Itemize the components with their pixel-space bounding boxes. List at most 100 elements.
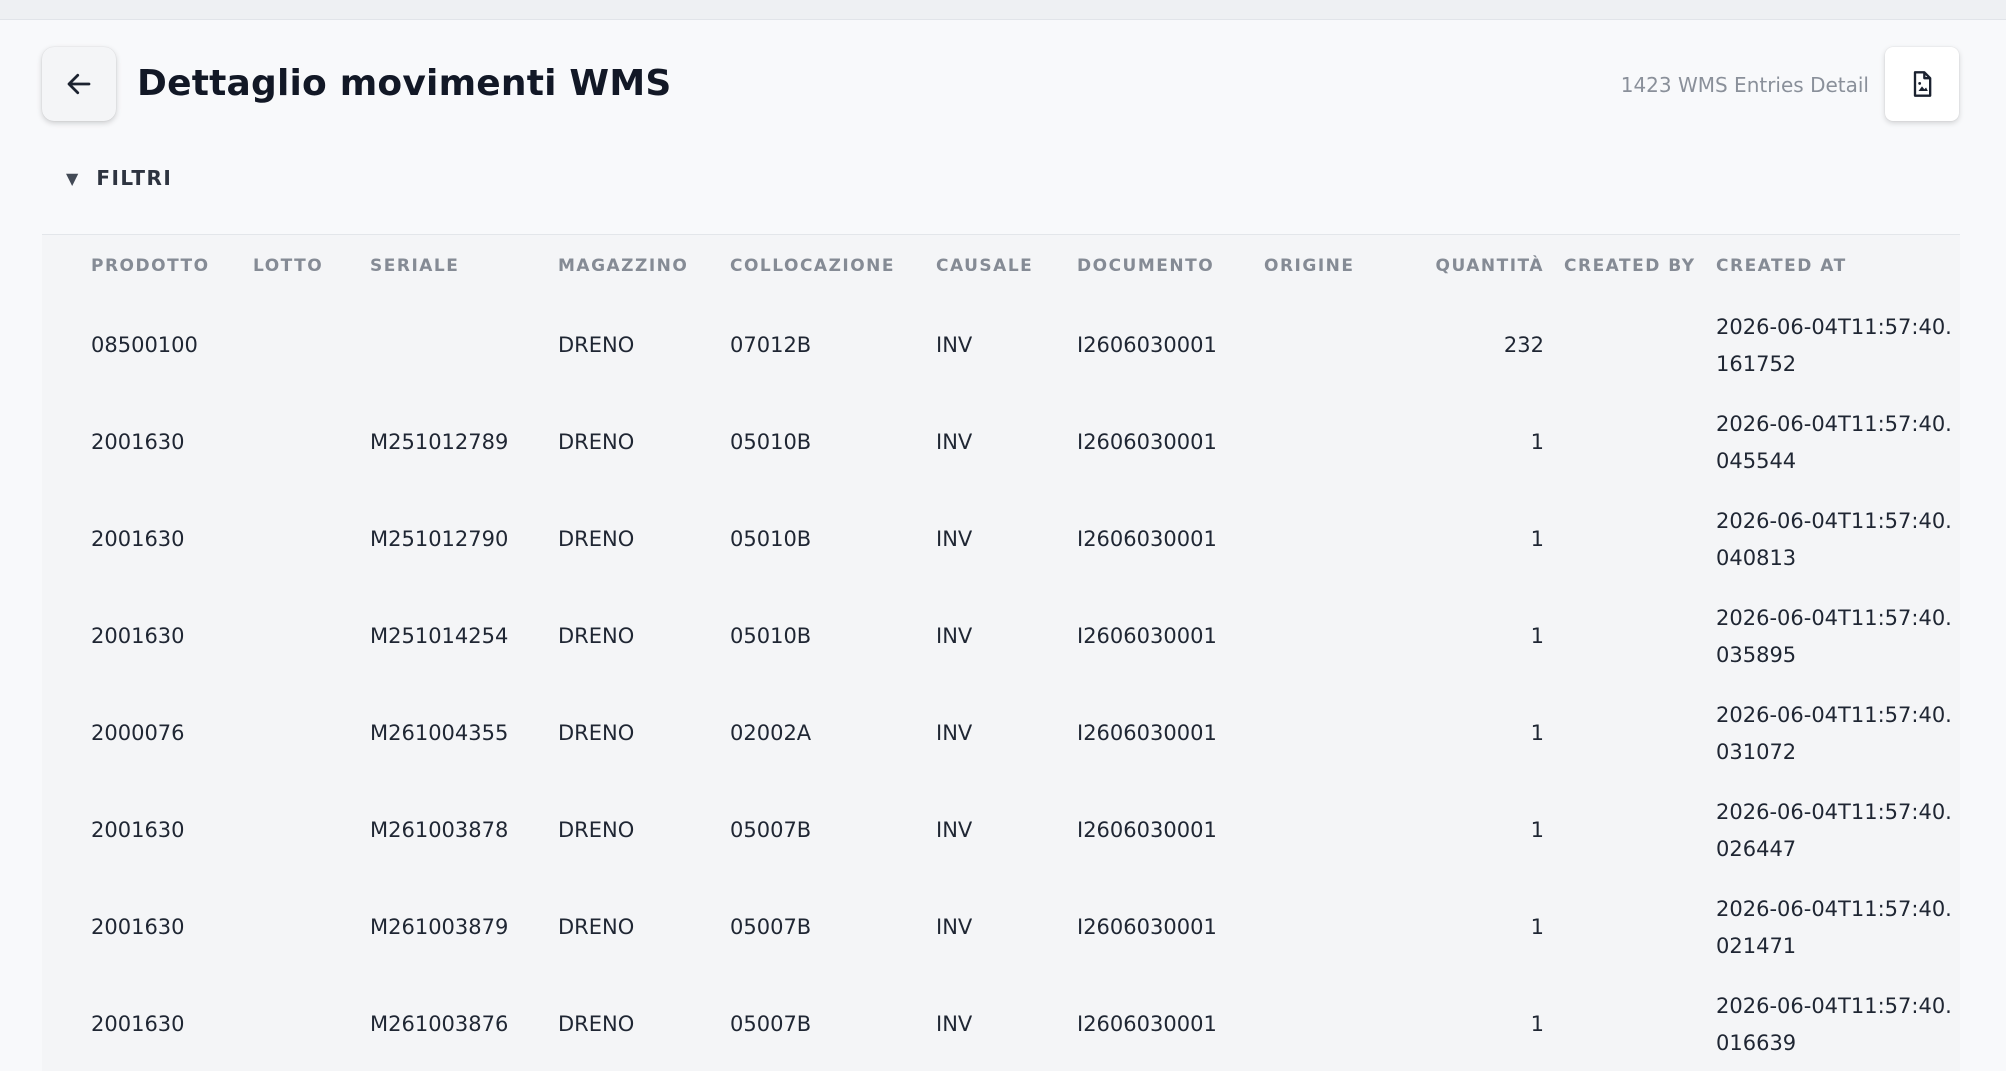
cell-created-by bbox=[1564, 588, 1716, 685]
table-row[interactable]: 2001630 M261003879 DRENO 05007B INV I26060300… bbox=[42, 879, 1960, 976]
cell-lotto bbox=[253, 685, 370, 782]
table-row[interactable]: 2001630 M251014254 DRENO 05010B INV I26060300… bbox=[42, 588, 1960, 685]
cell-quantita: 1 bbox=[1530, 915, 1544, 939]
cell-origine bbox=[1264, 394, 1392, 491]
cell-seriale bbox=[370, 297, 558, 394]
cell-lotto bbox=[253, 588, 370, 685]
top-bar bbox=[0, 0, 2006, 20]
cell-prodotto: 2001630 bbox=[91, 430, 185, 454]
cell-documento: I2606030001 bbox=[1077, 527, 1217, 551]
cell-lotto bbox=[253, 394, 370, 491]
cell-seriale: M251014254 bbox=[370, 624, 509, 648]
cell-origine bbox=[1264, 588, 1392, 685]
cell-origine bbox=[1264, 782, 1392, 879]
cell-prodotto: 08500100 bbox=[91, 333, 198, 357]
cell-lotto bbox=[253, 879, 370, 976]
cell-collocazione: 05010B bbox=[730, 624, 812, 648]
cell-causale: INV bbox=[936, 818, 973, 842]
column-header-created-at[interactable]: CREATED AT bbox=[1716, 235, 1960, 297]
page-title: Dettaglio movimenti WMS bbox=[137, 63, 672, 104]
cell-magazzino: DRENO bbox=[558, 333, 635, 357]
column-header-collocazione[interactable]: COLLOCAZIONE bbox=[730, 235, 936, 297]
cell-collocazione: 07012B bbox=[730, 333, 812, 357]
cell-seriale: M261004355 bbox=[370, 721, 509, 745]
cell-origine bbox=[1264, 297, 1392, 394]
cell-created-by bbox=[1564, 491, 1716, 588]
cell-prodotto: 2001630 bbox=[91, 1012, 185, 1036]
cell-created-by bbox=[1564, 394, 1716, 491]
cell-documento: I2606030001 bbox=[1077, 1012, 1217, 1036]
column-header-documento[interactable]: DOCUMENTO bbox=[1077, 235, 1264, 297]
cell-collocazione: 05010B bbox=[730, 430, 812, 454]
cell-causale: INV bbox=[936, 333, 973, 357]
cell-lotto bbox=[253, 782, 370, 879]
caret-down-icon: ▼ bbox=[66, 168, 79, 188]
cell-origine bbox=[1264, 491, 1392, 588]
cell-created-at: 2026-06-04T11:57:40.016639 bbox=[1716, 993, 1952, 1055]
cell-documento: I2606030001 bbox=[1077, 430, 1217, 454]
cell-seriale: M261003879 bbox=[370, 915, 509, 939]
column-header-causale[interactable]: CAUSALE bbox=[936, 235, 1077, 297]
cell-collocazione: 05010B bbox=[730, 527, 812, 551]
cell-quantita: 1 bbox=[1530, 527, 1544, 551]
column-header-quantita[interactable]: QUANTITÀ bbox=[1392, 235, 1544, 297]
cell-created-at: 2026-06-04T11:57:40.021471 bbox=[1716, 896, 1952, 958]
cell-prodotto: 2001630 bbox=[91, 818, 185, 842]
table-row[interactable]: 2001630 M261003876 DRENO 05007B INV I26060300… bbox=[42, 976, 1960, 1071]
cell-causale: INV bbox=[936, 527, 973, 551]
cell-prodotto: 2000076 bbox=[91, 721, 185, 745]
cell-origine bbox=[1264, 976, 1392, 1071]
cell-documento: I2606030001 bbox=[1077, 915, 1217, 939]
back-button[interactable] bbox=[42, 47, 116, 121]
column-header-created-by[interactable]: CREATED BY bbox=[1564, 235, 1716, 297]
cell-causale: INV bbox=[936, 1012, 973, 1036]
cell-documento: I2606030001 bbox=[1077, 624, 1217, 648]
cell-origine bbox=[1264, 879, 1392, 976]
cell-collocazione: 05007B bbox=[730, 915, 812, 939]
table-row[interactable]: 2001630 M261003878 DRENO 05007B INV I26060300… bbox=[42, 782, 1960, 879]
cell-magazzino: DRENO bbox=[558, 818, 635, 842]
cell-magazzino: DRENO bbox=[558, 430, 635, 454]
cell-magazzino: DRENO bbox=[558, 527, 635, 551]
cell-quantita: 1 bbox=[1530, 1012, 1544, 1036]
cell-seriale: M261003876 bbox=[370, 1012, 509, 1036]
entries-detail-label: 1423 WMS Entries Detail bbox=[1620, 73, 1869, 97]
cell-causale: INV bbox=[936, 915, 973, 939]
column-header-lotto[interactable]: LOTTO bbox=[253, 235, 370, 297]
cell-prodotto: 2001630 bbox=[91, 527, 185, 551]
cell-documento: I2606030001 bbox=[1077, 818, 1217, 842]
cell-prodotto: 2001630 bbox=[91, 915, 185, 939]
cell-lotto bbox=[253, 976, 370, 1071]
column-header-origine[interactable]: ORIGINE bbox=[1264, 235, 1392, 297]
column-header-magazzino[interactable]: MAGAZZINO bbox=[558, 235, 730, 297]
cell-collocazione: 05007B bbox=[730, 818, 812, 842]
cell-seriale: M261003878 bbox=[370, 818, 509, 842]
table-row[interactable]: 2001630 M251012789 DRENO 05010B INV I26060300… bbox=[42, 394, 1960, 491]
export-document-button[interactable] bbox=[1885, 47, 1959, 121]
cell-seriale: M251012789 bbox=[370, 430, 509, 454]
cell-created-by bbox=[1564, 782, 1716, 879]
cell-quantita: 1 bbox=[1530, 818, 1544, 842]
entries-table-container[interactable]: PRODOTTO LOTTO SERIALE MAGAZZINO COLLOCA… bbox=[42, 234, 1960, 1071]
filters-label: FILTRI bbox=[96, 166, 173, 190]
cell-prodotto: 2001630 bbox=[91, 624, 185, 648]
cell-lotto bbox=[253, 297, 370, 394]
cell-quantita: 1 bbox=[1530, 430, 1544, 454]
cell-causale: INV bbox=[936, 624, 973, 648]
filters-toggle[interactable]: ▼ FILTRI bbox=[66, 166, 172, 190]
cell-created-at: 2026-06-04T11:57:40.040813 bbox=[1716, 508, 1952, 570]
cell-documento: I2606030001 bbox=[1077, 333, 1217, 357]
arrow-left-icon bbox=[67, 73, 91, 95]
cell-created-by bbox=[1564, 685, 1716, 782]
cell-created-by bbox=[1564, 976, 1716, 1071]
column-header-seriale[interactable]: SERIALE bbox=[370, 235, 558, 297]
cell-quantita: 1 bbox=[1530, 721, 1544, 745]
cell-magazzino: DRENO bbox=[558, 721, 635, 745]
table-row[interactable]: 08500100 DRENO 07012B INV I2606030001 232 2026… bbox=[42, 297, 1960, 394]
table-row[interactable]: 2001630 M251012790 DRENO 05010B INV I26060300… bbox=[42, 491, 1960, 588]
table-row[interactable]: 2000076 M261004355 DRENO 02002A INV I26060300… bbox=[42, 685, 1960, 782]
column-header-prodotto[interactable]: PRODOTTO bbox=[91, 235, 253, 297]
cell-collocazione: 02002A bbox=[730, 721, 812, 745]
cell-created-at: 2026-06-04T11:57:40.161752 bbox=[1716, 314, 1952, 376]
cell-magazzino: DRENO bbox=[558, 1012, 635, 1036]
